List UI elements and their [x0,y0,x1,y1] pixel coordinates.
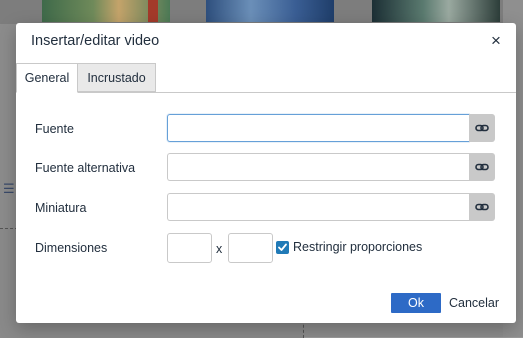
poster-row: Miniatura [16,193,516,223]
background-thumbnail-accent [148,0,158,22]
alt-source-label: Fuente alternativa [35,161,136,175]
poster-input[interactable] [167,193,469,221]
background-thumbnail [372,0,500,22]
ok-button[interactable]: Ok [391,293,441,313]
dimensions-row: Dimensiones x Restringir proporciones [16,233,516,263]
link-icon [475,203,489,211]
tab-embed[interactable]: Incrustado [78,63,156,92]
source-browse-button[interactable] [469,114,495,142]
list-icon: ☰ [3,181,15,196]
link-icon [475,163,489,171]
tab-general[interactable]: General [16,63,78,93]
source-row: Fuente [16,114,516,144]
alt-source-row: Fuente alternativa [16,153,516,183]
background-thumbnail [206,0,334,22]
check-icon [278,243,287,251]
source-input[interactable] [167,114,469,142]
width-input[interactable] [167,233,212,263]
dimensions-label: Dimensiones [35,241,108,255]
cancel-button[interactable]: Cancelar [446,293,502,313]
close-icon[interactable]: × [488,32,504,49]
alt-source-browse-button[interactable] [469,153,495,181]
tab-bar: General Incrustado [16,61,516,93]
alt-source-input[interactable] [167,153,469,181]
poster-label: Miniatura [35,201,87,215]
dialog-header: Insertar/editar video × [16,23,516,61]
constrain-proportions-checkbox[interactable] [276,241,289,254]
video-dialog: Insertar/editar video × General Incrusta… [16,23,516,323]
dialog-title: Insertar/editar video [31,33,160,49]
link-icon [475,124,489,132]
dimensions-separator: x [216,242,223,256]
height-input[interactable] [228,233,273,263]
poster-browse-button[interactable] [469,193,495,221]
source-label: Fuente [35,122,74,136]
constrain-proportions-label[interactable]: Restringir proporciones [293,240,422,254]
